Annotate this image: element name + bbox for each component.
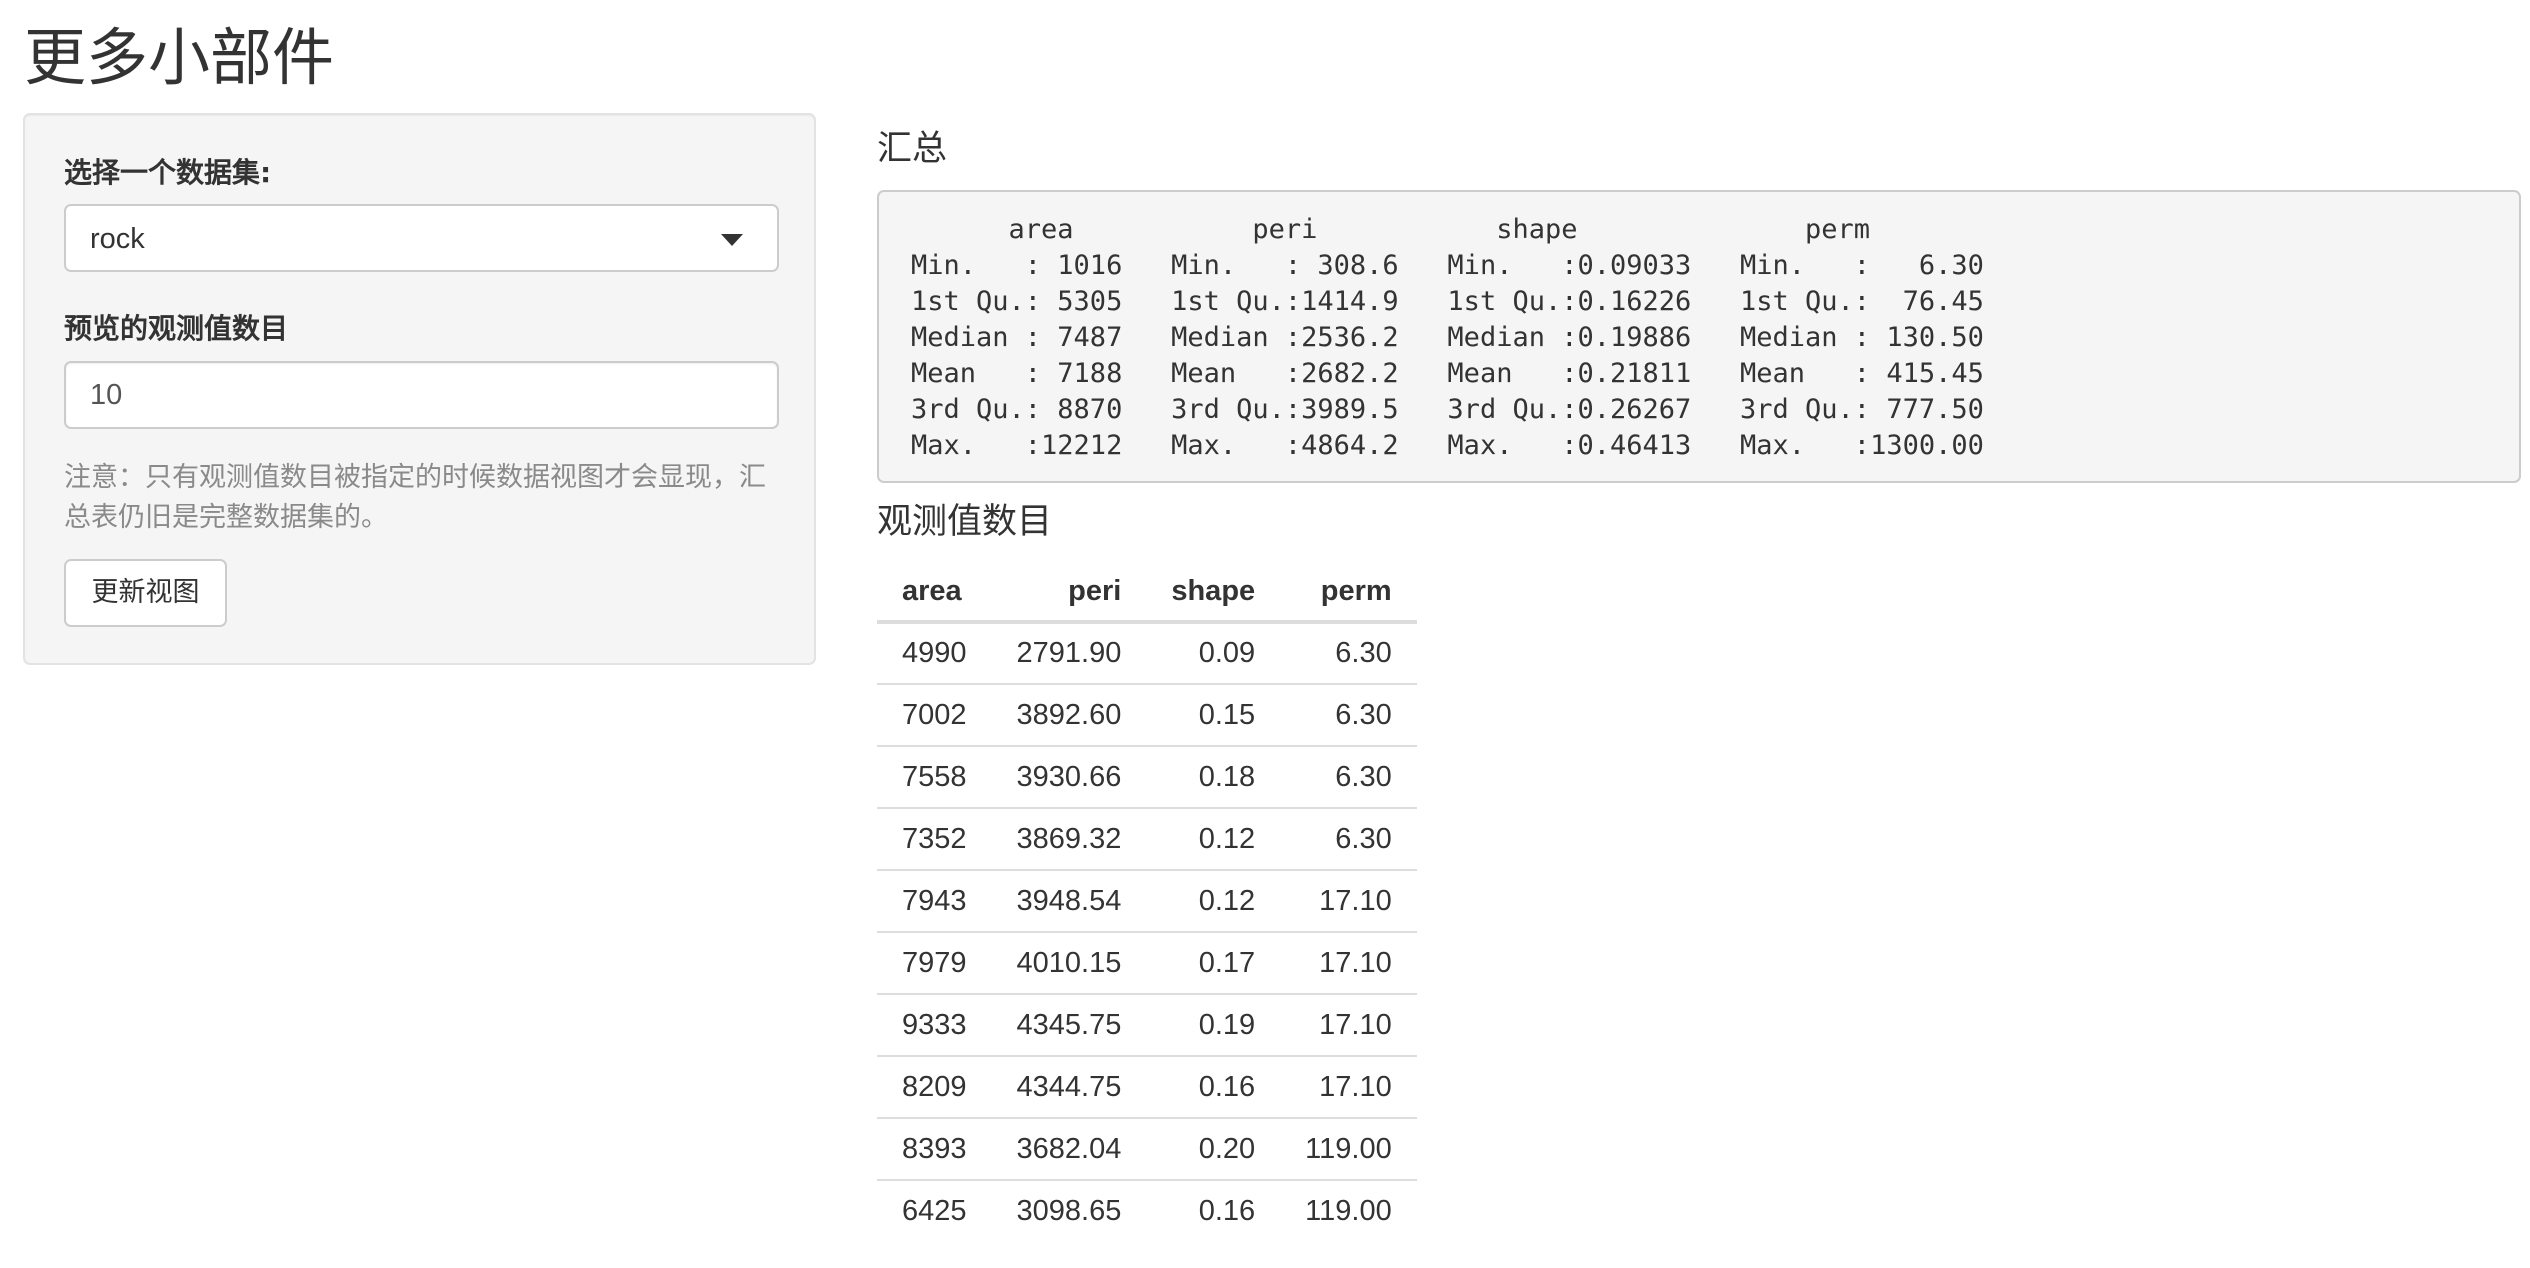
table-cell: 8393 (877, 1117, 992, 1180)
table-cell: 0.12 (1146, 869, 1281, 932)
table-row: 8209 4344.75 0.16 17.10 (877, 1055, 1417, 1118)
summary-line: Mean : 7188 Mean :2682.2 Mean :0.21811 M… (911, 358, 2017, 389)
table-cell: 17.10 (1280, 993, 1417, 1056)
table-header-row: area peri shape perm (877, 562, 1417, 624)
sidebar-panel: 选择一个数据集: rock 预览的观测值数目 注意：只有观测值数目被指定的时候数… (23, 113, 816, 665)
table-cell: 4345.75 (991, 993, 1147, 1056)
summary-output: area peri shape perm Min. : 1016 Min. : … (877, 190, 2521, 483)
table-row: 9333 4345.75 0.19 17.10 (877, 993, 1417, 1056)
table-cell: 0.12 (1146, 807, 1281, 870)
table-body: 4990 2791.90 0.09 6.30 7002 3892.60 0.15 6.30 75… (877, 622, 1417, 1242)
table-row: 4990 2791.90 0.09 6.30 (877, 622, 1417, 684)
summary-line: Median : 7487 Median :2536.2 Median :0.1… (911, 322, 2017, 353)
table-row: 7558 3930.66 0.18 6.30 (877, 745, 1417, 808)
table-cell: 2791.90 (1016, 637, 1122, 669)
observations-heading: 观测值数目 (877, 502, 1053, 542)
table-cell: 17.10 (1280, 1055, 1417, 1118)
table-cell: 7943 (877, 869, 992, 932)
table-cell: 3930.66 (991, 745, 1147, 808)
table-row: 7979 4010.15 0.17 17.10 (877, 931, 1417, 994)
table-cell: 17.10 (1280, 869, 1417, 932)
table-cell: 6.30 (1335, 637, 1392, 669)
table-row: 7352 3869.32 0.12 6.30 (877, 807, 1417, 870)
column-header-area: area (877, 562, 992, 624)
page-title: 更多小部件 (24, 21, 335, 94)
table-cell: 0.16 (1146, 1055, 1281, 1118)
table-cell: 0.20 (1146, 1117, 1281, 1180)
table-cell: 0.15 (1146, 683, 1281, 746)
table-cell: 0.09 (1198, 637, 1256, 669)
table-cell: 3892.60 (991, 683, 1147, 746)
table-row: 8393 3682.04 0.20 119.00 (877, 1117, 1417, 1180)
table-cell: 119.00 (1280, 1179, 1417, 1242)
table-row: 6425 3098.65 0.16 119.00 (877, 1179, 1417, 1242)
table-cell: 4990 (902, 637, 967, 669)
summary-line: 3rd Qu.: 8870 3rd Qu.:3989.5 3rd Qu.:0.2… (911, 394, 2017, 425)
summary-line: area peri shape perm (911, 214, 1984, 245)
column-header-perm: perm (1280, 562, 1417, 624)
table-cell: 3098.65 (991, 1179, 1147, 1242)
table-cell: 3869.32 (991, 807, 1147, 870)
table-cell: 9333 (877, 993, 992, 1056)
dataset-select[interactable]: rock (64, 204, 779, 272)
summary-heading: 汇总 (877, 129, 948, 169)
table-row: 7002 3892.60 0.15 6.30 (877, 683, 1417, 746)
table-cell: 7558 (877, 745, 992, 808)
table-cell: 8209 (877, 1055, 992, 1118)
table-cell: 6.30 (1280, 683, 1417, 746)
obs-count-input[interactable] (64, 361, 779, 429)
observations-table: area peri shape perm 4990 2791.90 0.09 6.30… (877, 562, 1417, 1242)
table-cell: 6425 (877, 1179, 992, 1242)
table-cell: 7002 (877, 683, 992, 746)
obs-count-label: 预览的观测值数目 (64, 312, 289, 345)
table-cell: 3948.54 (991, 869, 1147, 932)
table-cell: 6.30 (1280, 807, 1417, 870)
table-row: 7943 3948.54 0.12 17.10 (877, 869, 1417, 932)
table-cell: 3682.04 (991, 1117, 1147, 1180)
table-cell: 0.19 (1146, 993, 1281, 1056)
column-header-shape: shape (1146, 562, 1281, 624)
table-cell: 0.17 (1146, 931, 1281, 994)
table-cell: 17.10 (1280, 931, 1417, 994)
table-cell: 6.30 (1280, 745, 1417, 808)
chevron-down-icon (721, 234, 743, 246)
column-header-peri: peri (991, 562, 1147, 624)
table-cell: 4010.15 (991, 931, 1147, 994)
summary-line: Min. : 1016 Min. : 308.6 Min. :0.09033 M… (911, 250, 2017, 281)
table-cell: 7352 (877, 807, 992, 870)
table-cell: 4344.75 (991, 1055, 1147, 1118)
table-cell: 7979 (877, 931, 992, 994)
table-cell: 0.16 (1146, 1179, 1281, 1242)
summary-line: Max. :12212 Max. :4864.2 Max. :0.46413 M… (911, 430, 2017, 461)
help-text: 注意：只有观测值数目被指定的时候数据视图才会显现，汇总表仍旧是完整数据集的。 (64, 462, 766, 533)
update-view-button[interactable]: 更新视图 (64, 559, 227, 627)
dataset-select-value: rock (90, 223, 145, 255)
summary-line: 1st Qu.: 5305 1st Qu.:1414.9 1st Qu.:0.1… (911, 286, 2017, 317)
dataset-select-label: 选择一个数据集: (64, 156, 272, 189)
table-cell: 119.00 (1280, 1117, 1417, 1180)
table-cell: 0.18 (1146, 745, 1281, 808)
